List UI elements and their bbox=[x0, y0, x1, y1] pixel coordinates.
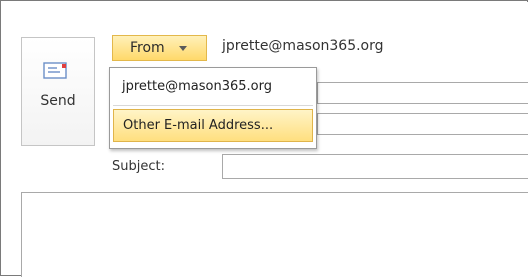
message-body[interactable] bbox=[21, 192, 528, 277]
cc-field[interactable] bbox=[317, 113, 528, 135]
from-button-label: From bbox=[130, 40, 165, 56]
subject-label: Subject: bbox=[112, 159, 165, 174]
menu-item-default-address[interactable]: jprette@mason365.org bbox=[113, 74, 313, 100]
send-icon bbox=[43, 62, 67, 79]
send-label: Send bbox=[40, 93, 76, 109]
menu-divider bbox=[113, 105, 313, 106]
from-address-value: jprette@mason365.org bbox=[222, 38, 384, 54]
chevron-down-icon bbox=[179, 46, 187, 51]
compose-window: Send From jprette@mason365.org Subject: … bbox=[0, 0, 528, 277]
to-field[interactable] bbox=[317, 82, 528, 104]
subject-field[interactable] bbox=[222, 154, 528, 179]
from-dropdown-menu: jprette@mason365.org Other E-mail Addres… bbox=[109, 67, 317, 149]
send-button[interactable]: Send bbox=[21, 37, 95, 146]
menu-item-other-address[interactable]: Other E-mail Address... bbox=[113, 109, 313, 142]
from-button[interactable]: From bbox=[112, 35, 207, 61]
